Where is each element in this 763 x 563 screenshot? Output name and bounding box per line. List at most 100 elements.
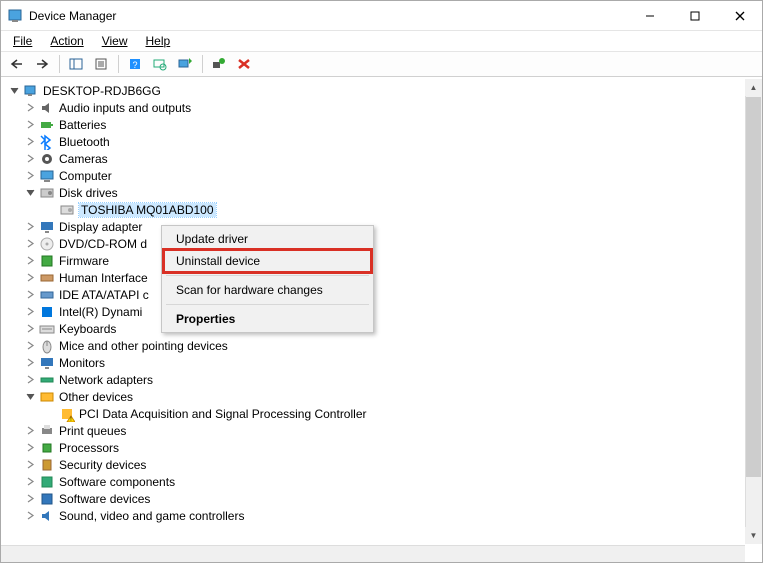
- expand-collapse-icon[interactable]: [23, 509, 37, 523]
- expand-collapse-icon[interactable]: [23, 186, 37, 200]
- tree-category-node[interactable]: Software devices: [3, 490, 762, 507]
- tree-category-node[interactable]: Disk drives: [3, 184, 762, 201]
- expand-collapse-icon[interactable]: [23, 441, 37, 455]
- tree-category-node[interactable]: Computer: [3, 167, 762, 184]
- node-label: Audio inputs and outputs: [59, 101, 191, 115]
- menu-view[interactable]: View: [94, 32, 136, 50]
- tree-category-node[interactable]: DVD/CD-ROM d: [3, 235, 762, 252]
- scroll-up-button[interactable]: ▲: [745, 79, 762, 96]
- expand-collapse-icon[interactable]: [23, 169, 37, 183]
- node-label: Human Interface: [59, 271, 148, 285]
- close-button[interactable]: [717, 1, 762, 31]
- tree-category-node[interactable]: Security devices: [3, 456, 762, 473]
- tree-category-node[interactable]: Cameras: [3, 150, 762, 167]
- context-separator: [166, 275, 369, 276]
- tree-root-node[interactable]: DESKTOP-RDJB6GG: [3, 82, 762, 99]
- tree-device-node[interactable]: TOSHIBA MQ01ABD100: [3, 201, 762, 218]
- expand-collapse-icon[interactable]: [23, 322, 37, 336]
- menu-help[interactable]: Help: [138, 32, 179, 50]
- toolbar-separator: [202, 55, 203, 73]
- properties-button[interactable]: [89, 53, 113, 75]
- expand-collapse-icon[interactable]: [23, 237, 37, 251]
- context-menu: Update driver Uninstall device Scan for …: [161, 225, 374, 333]
- expand-collapse-icon[interactable]: [23, 492, 37, 506]
- node-label: Software devices: [59, 492, 150, 506]
- hid-icon: [39, 270, 55, 286]
- expand-collapse-icon[interactable]: [23, 220, 37, 234]
- app-icon: [7, 8, 23, 24]
- expand-collapse-icon[interactable]: [23, 135, 37, 149]
- expand-collapse-icon[interactable]: [23, 254, 37, 268]
- scan-hardware-button[interactable]: [148, 53, 172, 75]
- node-label: Network adapters: [59, 373, 153, 387]
- scroll-down-button[interactable]: ▼: [745, 527, 762, 544]
- expand-collapse-icon[interactable]: [23, 118, 37, 132]
- menu-file[interactable]: File: [5, 32, 40, 50]
- expand-collapse-icon[interactable]: [23, 339, 37, 353]
- expand-collapse-icon[interactable]: [23, 305, 37, 319]
- expand-collapse-icon[interactable]: [23, 288, 37, 302]
- node-label: TOSHIBA MQ01ABD100: [79, 203, 216, 217]
- tree-category-node[interactable]: Network adapters: [3, 371, 762, 388]
- node-label: Other devices: [59, 390, 133, 404]
- tree-category-node[interactable]: Bluetooth: [3, 133, 762, 150]
- uninstall-device-button[interactable]: [232, 53, 256, 75]
- scroll-thumb[interactable]: [746, 97, 761, 477]
- expand-collapse-icon[interactable]: [7, 84, 21, 98]
- swd-icon: [39, 491, 55, 507]
- vertical-scrollbar[interactable]: [745, 79, 762, 544]
- tree-category-node[interactable]: Other devices: [3, 388, 762, 405]
- forward-button[interactable]: [30, 53, 54, 75]
- expand-collapse-icon[interactable]: [23, 424, 37, 438]
- node-label: Security devices: [59, 458, 146, 472]
- snd-icon: [39, 508, 55, 524]
- expand-collapse-icon[interactable]: [23, 458, 37, 472]
- tree-category-node[interactable]: Display adapter: [3, 218, 762, 235]
- tree-category-node[interactable]: Batteries: [3, 116, 762, 133]
- tree-category-node[interactable]: Print queues: [3, 422, 762, 439]
- fw-icon: [39, 253, 55, 269]
- disp-icon: [39, 219, 55, 235]
- tree-category-node[interactable]: IDE ATA/ATAPI c: [3, 286, 762, 303]
- tree-category-node[interactable]: Monitors: [3, 354, 762, 371]
- maximize-button[interactable]: [672, 1, 717, 31]
- back-button[interactable]: [5, 53, 29, 75]
- horizontal-scrollbar[interactable]: [1, 545, 745, 562]
- tree-category-node[interactable]: Human Interface: [3, 269, 762, 286]
- tree-category-node[interactable]: Firmware: [3, 252, 762, 269]
- minimize-button[interactable]: [627, 1, 672, 31]
- help-button[interactable]: ?: [123, 53, 147, 75]
- update-driver-button[interactable]: [173, 53, 197, 75]
- tree-category-node[interactable]: Audio inputs and outputs: [3, 99, 762, 116]
- tree-category-node[interactable]: Intel(R) Dynami: [3, 303, 762, 320]
- expand-collapse-icon[interactable]: [23, 101, 37, 115]
- node-label: Batteries: [59, 118, 106, 132]
- device-tree[interactable]: DESKTOP-RDJB6GG Audio inputs and outputs…: [1, 80, 762, 526]
- expand-collapse-icon[interactable]: [23, 390, 37, 404]
- ide-icon: [39, 287, 55, 303]
- tree-category-node[interactable]: Keyboards: [3, 320, 762, 337]
- menubar: File Action View Help: [1, 31, 762, 51]
- tree-device-node[interactable]: ! PCI Data Acquisition and Signal Proces…: [3, 405, 762, 422]
- expand-collapse-icon[interactable]: [23, 152, 37, 166]
- tree-category-node[interactable]: Processors: [3, 439, 762, 456]
- context-update-driver[interactable]: Update driver: [164, 228, 371, 250]
- show-hide-console-button[interactable]: [64, 53, 88, 75]
- expand-collapse-icon[interactable]: [23, 373, 37, 387]
- context-scan-hardware[interactable]: Scan for hardware changes: [164, 279, 371, 301]
- node-label: Bluetooth: [59, 135, 110, 149]
- window-title: Device Manager: [29, 9, 116, 23]
- tree-category-node[interactable]: Software components: [3, 473, 762, 490]
- tree-category-node[interactable]: Sound, video and game controllers: [3, 507, 762, 524]
- expand-collapse-icon[interactable]: [23, 356, 37, 370]
- node-label: Software components: [59, 475, 175, 489]
- context-uninstall-device[interactable]: Uninstall device: [164, 250, 371, 272]
- sec-icon: [39, 457, 55, 473]
- menu-action[interactable]: Action: [42, 32, 91, 50]
- expand-collapse-icon[interactable]: [23, 475, 37, 489]
- tree-category-node[interactable]: Mice and other pointing devices: [3, 337, 762, 354]
- enable-device-button[interactable]: [207, 53, 231, 75]
- expand-collapse-icon[interactable]: [23, 271, 37, 285]
- node-label: Cameras: [59, 152, 108, 166]
- context-properties[interactable]: Properties: [164, 308, 371, 330]
